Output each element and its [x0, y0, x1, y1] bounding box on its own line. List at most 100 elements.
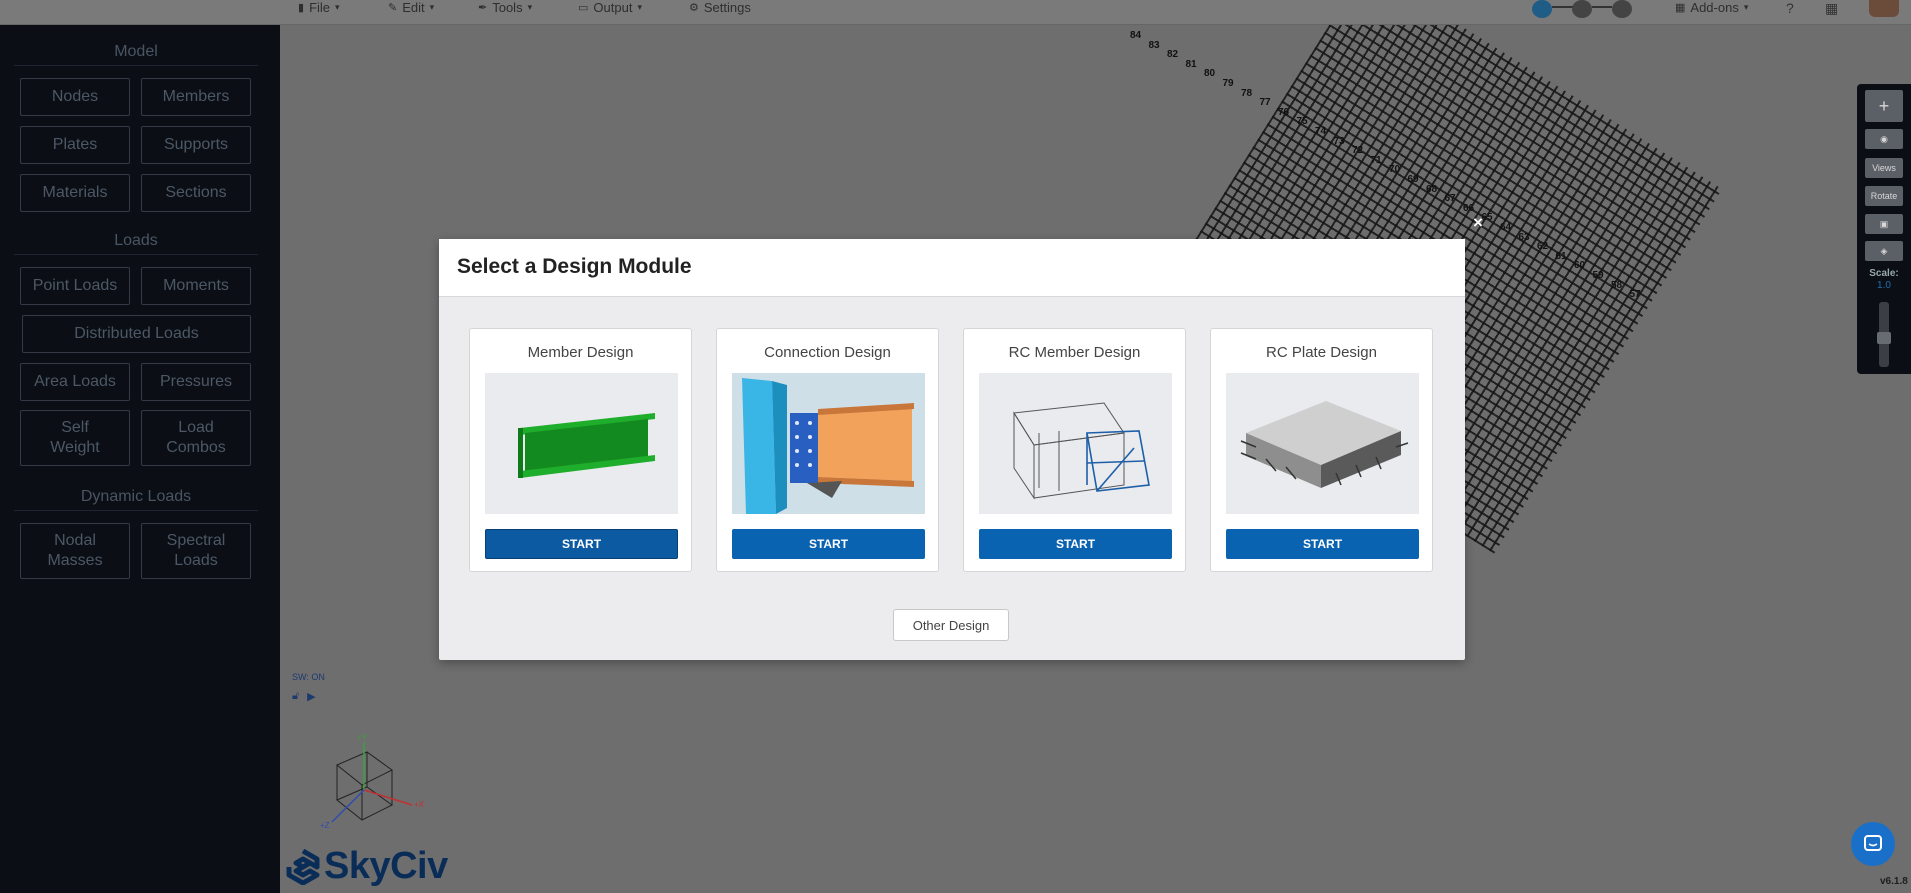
point-loads-button[interactable]: Point Loads	[20, 267, 130, 305]
member-design-card[interactable]: Member Design START	[469, 328, 692, 572]
load-combos-button[interactable]: Load Combos	[141, 410, 251, 466]
top-menu-bar: ▮ File ▾ ✎ Edit ▾ ✒ Tools ▾ ▭ Output ▾ ⚙…	[0, 0, 1911, 25]
chat-bubble-icon	[1864, 835, 1882, 851]
menu-addons-label: Add-ons	[1690, 0, 1739, 15]
rc-plate-design-card[interactable]: RC Plate Design START	[1210, 328, 1433, 572]
mesh-node-label: 58	[1611, 279, 1623, 291]
distributed-loads-button[interactable]: Distributed Loads	[22, 315, 251, 353]
video-camera-icon[interactable]: ▶	[307, 690, 315, 703]
file-icon: ▮	[298, 1, 305, 14]
apps-grid-icon[interactable]: ▦	[1825, 0, 1838, 17]
chevron-down-icon: ▾	[1743, 1, 1749, 12]
axis-x-label: +X	[414, 800, 425, 809]
mesh-node-label: 75	[1296, 116, 1308, 128]
cube-icon: ◈	[1880, 245, 1888, 256]
member-design-illustration	[485, 373, 678, 514]
self-weight-button[interactable]: Self Weight	[20, 410, 130, 466]
sections-button[interactable]: Sections	[141, 174, 251, 212]
version-label: v6.1.8	[1880, 876, 1908, 887]
mesh-node-label: 84	[1130, 30, 1142, 41]
mesh-node-label: 74	[1315, 126, 1327, 137]
mesh-node-label: 69	[1407, 174, 1419, 185]
menu-addons[interactable]: ▦ Add-ons ▾	[1675, 0, 1749, 15]
rc-plate-design-start-button[interactable]: START	[1226, 529, 1419, 559]
screenshot-button[interactable]: ▣	[1865, 214, 1903, 234]
menu-output-label: Output	[593, 0, 633, 15]
menu-tools[interactable]: ✒ Tools ▾	[478, 0, 532, 15]
skyciv-logo-text: SkyCiv	[324, 845, 448, 887]
mesh-node-label: 81	[1185, 58, 1197, 70]
connection-design-illustration	[732, 373, 925, 514]
camera-icon: ▣	[1879, 218, 1889, 229]
visibility-button[interactable]: ◉	[1865, 129, 1903, 149]
gear-icon: ⚙	[689, 1, 699, 14]
axes-orientation-widget: +Y +X +Z	[320, 733, 425, 830]
monitor-icon: ▭	[578, 1, 589, 14]
rotate-button[interactable]: Rotate	[1865, 186, 1903, 206]
mesh-node-label: 67	[1444, 193, 1456, 205]
card-title: RC Member Design	[1008, 344, 1141, 361]
mesh-node-label: 60	[1574, 260, 1586, 272]
sidebar: Model Nodes Members Plates Supports Mate…	[0, 25, 280, 893]
chevron-down-icon: ▾	[637, 1, 642, 12]
member-design-start-button[interactable]: START	[485, 529, 678, 559]
connection-design-card[interactable]: Connection Design START	[716, 328, 939, 572]
nodal-masses-button[interactable]: Nodal Masses	[20, 523, 130, 579]
supports-button[interactable]: Supports	[141, 126, 251, 164]
mesh-node-label: 57	[1629, 289, 1641, 301]
wrench-icon: ✒	[478, 1, 488, 14]
other-design-button[interactable]: Other Design	[893, 609, 1009, 641]
mesh-node-label: 59	[1592, 270, 1604, 281]
mesh-node-label: 79	[1222, 78, 1234, 89]
cloud-icon[interactable]	[1572, 0, 1592, 18]
chevron-down-icon: ▾	[429, 1, 435, 12]
pressures-button[interactable]: Pressures	[141, 363, 251, 401]
help-icon[interactable]: ?	[1786, 0, 1794, 16]
card-title: RC Plate Design	[1266, 344, 1377, 361]
document-icon[interactable]	[1612, 0, 1632, 18]
mesh-node-label: 78	[1241, 87, 1253, 99]
section-title-loads: Loads	[14, 232, 258, 255]
rc-member-design-card[interactable]: RC Member Design START	[963, 328, 1186, 572]
menu-file[interactable]: ▮ File ▾	[298, 0, 340, 15]
mesh-node-label: 62	[1537, 241, 1549, 253]
render-mode-button[interactable]: ◈	[1865, 241, 1903, 261]
mesh-node-label: 83	[1148, 39, 1160, 51]
members-button[interactable]: Members	[141, 78, 251, 116]
moments-button[interactable]: Moments	[141, 267, 251, 305]
mesh-node-label: 71	[1370, 154, 1382, 166]
zoom-plus-button[interactable]: +	[1865, 90, 1903, 122]
area-loads-button[interactable]: Area Loads	[20, 363, 130, 401]
mesh-node-label: 82	[1167, 49, 1179, 61]
connection-design-start-button[interactable]: START	[732, 529, 925, 559]
axis-y-label: +Y	[357, 733, 368, 742]
menu-output[interactable]: ▭ Output ▾	[578, 0, 642, 15]
self-weight-status: SW: ON	[292, 672, 325, 682]
unlock-icon[interactable]: 🔓︎	[292, 690, 299, 703]
mesh-node-label: 65	[1481, 212, 1493, 224]
close-icon[interactable]: ×	[1473, 213, 1483, 233]
rc-member-design-start-button[interactable]: START	[979, 529, 1172, 559]
materials-button[interactable]: Materials	[20, 174, 130, 212]
spectral-loads-button[interactable]: Spectral Loads	[141, 523, 251, 579]
scale-slider-knob[interactable]	[1877, 332, 1891, 344]
section-title-model: Model	[14, 43, 258, 66]
avatar[interactable]	[1869, 0, 1899, 17]
pencil-icon: ✎	[388, 1, 398, 14]
mesh-node-label: 76	[1278, 106, 1290, 118]
chat-support-button[interactable]	[1851, 822, 1895, 866]
views-button[interactable]: Views	[1865, 158, 1903, 178]
menu-tools-label: Tools	[492, 0, 523, 15]
menu-settings-label: Settings	[703, 0, 751, 15]
right-toolbar: + ◉ Views Rotate ▣ ◈ Scale: 1.0	[1857, 84, 1911, 374]
plates-button[interactable]: Plates	[20, 126, 130, 164]
nodes-button[interactable]: Nodes	[20, 78, 130, 116]
menu-file-label: File	[309, 0, 331, 15]
status-model-icon[interactable]	[1532, 0, 1552, 18]
design-module-modal: Select a Design Module Member Design STA…	[439, 239, 1465, 660]
menu-edit[interactable]: ✎ Edit ▾	[388, 0, 435, 15]
modal-header: Select a Design Module	[439, 239, 1465, 297]
card-title: Member Design	[527, 344, 634, 361]
menu-settings[interactable]: ⚙ Settings	[689, 0, 751, 15]
status-connector	[1592, 6, 1612, 8]
